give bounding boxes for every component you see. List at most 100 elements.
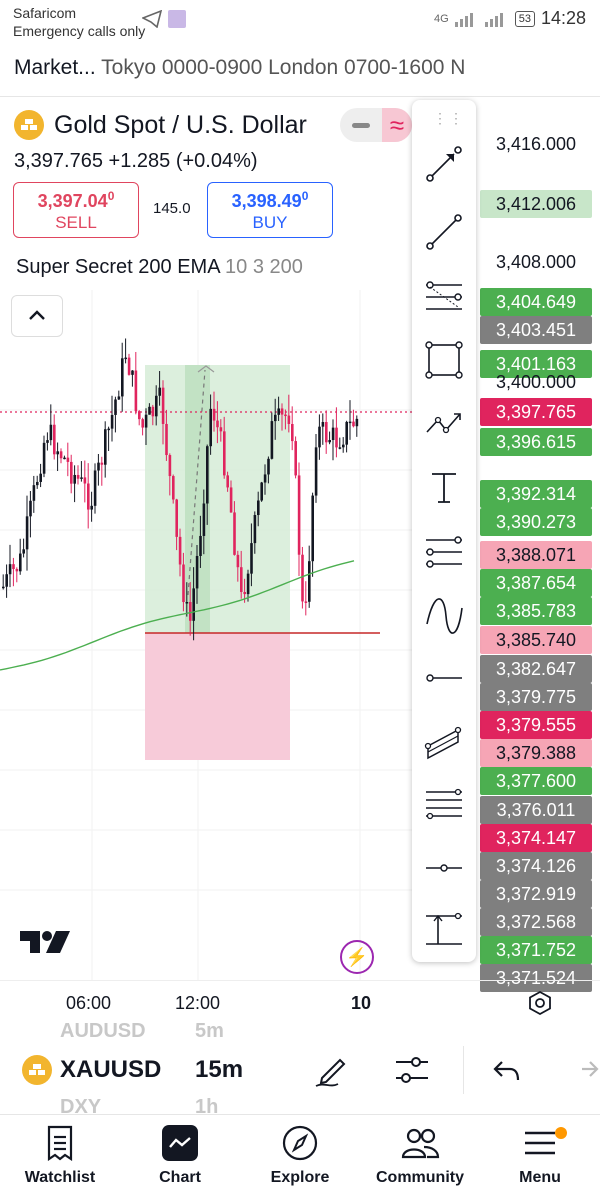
- undo-icon[interactable]: [492, 1056, 522, 1089]
- price-scale-label: 3,408.000: [495, 252, 577, 272]
- timeframe-selector[interactable]: 15m: [195, 1056, 243, 1084]
- price-scale-label: 3,379.775: [480, 683, 592, 711]
- pitchfork-icon[interactable]: [422, 530, 466, 574]
- candle-body: [76, 474, 80, 479]
- fib-retracement-icon[interactable]: [422, 275, 466, 319]
- last-price: 3,397.765: [14, 150, 103, 172]
- rectangle-tool-icon[interactable]: [422, 338, 466, 382]
- lightning-icon[interactable]: ⚡: [340, 940, 374, 974]
- candle-body: [223, 431, 226, 476]
- price-scale-label: 3,397.765: [480, 398, 592, 426]
- price-scale-label: 3,372.919: [480, 880, 592, 908]
- candle-body: [192, 588, 195, 621]
- candle-body: [325, 422, 328, 443]
- price-scale-label: 3,372.568: [480, 908, 592, 936]
- redo-icon[interactable]: [572, 1056, 600, 1089]
- candle-body: [240, 567, 243, 592]
- drawing-toolbar[interactable]: ⋮⋮: [412, 100, 476, 962]
- candle-body: [42, 442, 46, 474]
- candle-body: [90, 505, 93, 510]
- collapse-legend-button[interactable]: [11, 295, 63, 337]
- drag-handle-icon[interactable]: ⋮⋮: [433, 110, 465, 127]
- indicators-sliders-icon[interactable]: [392, 1052, 432, 1093]
- candle-body: [32, 485, 36, 501]
- candle-body: [338, 447, 342, 449]
- candle-body: [253, 515, 257, 544]
- date-price-range-icon[interactable]: [422, 908, 466, 952]
- battery-level: 53: [514, 10, 535, 27]
- status-right: 4G 53 14:28: [434, 8, 586, 29]
- symbol-header[interactable]: Gold Spot / U.S. Dollar: [14, 110, 307, 140]
- candle-body: [12, 564, 15, 570]
- nav-community-label: Community: [376, 1169, 464, 1186]
- emergency-text: Emergency calls only: [13, 23, 146, 39]
- multi-line-icon[interactable]: [422, 784, 466, 828]
- candle-body: [127, 357, 131, 375]
- sell-label: SELL: [55, 213, 97, 232]
- drawing-pen-icon[interactable]: [312, 1050, 352, 1095]
- parallel-channel-icon[interactable]: [422, 720, 466, 764]
- nav-chart[interactable]: Chart: [125, 1123, 235, 1187]
- candle-body: [342, 444, 345, 448]
- candle-body: [22, 549, 25, 554]
- nav-explore[interactable]: Explore: [245, 1123, 355, 1187]
- price-summary: 3,397.765 +1.285 (+0.04%): [14, 150, 258, 173]
- candle-body: [328, 440, 331, 443]
- candle-body: [25, 516, 29, 550]
- nav-community[interactable]: Community: [365, 1123, 475, 1187]
- price-change: +1.285: [108, 150, 171, 172]
- minus-icon[interactable]: [352, 122, 370, 128]
- price-scale-label: 3,376.011: [480, 796, 592, 824]
- candle-body: [202, 503, 206, 536]
- path-tool-icon[interactable]: [422, 402, 466, 446]
- candle-body: [141, 419, 144, 428]
- candle-body: [277, 408, 280, 415]
- symbol-selector[interactable]: XAUUSD: [60, 1056, 161, 1084]
- candle-body: [15, 569, 19, 572]
- signal-icon: [454, 12, 473, 27]
- chart-settings-icon[interactable]: [527, 990, 553, 1021]
- price-scale-label: 3,379.388: [480, 739, 592, 767]
- community-icon: [365, 1123, 475, 1163]
- bottom-navigation[interactable]: Watchlist Chart Explore Community Menu: [0, 1114, 600, 1200]
- candle-body: [189, 601, 192, 621]
- time-label-0600: 06:00: [66, 993, 112, 1013]
- buy-button[interactable]: 3,398.490 BUY: [207, 182, 333, 238]
- nav-menu[interactable]: Menu: [485, 1123, 595, 1187]
- horizontal-line-icon[interactable]: [422, 846, 466, 890]
- notification-dot: [555, 1127, 567, 1139]
- nav-watchlist[interactable]: Watchlist: [5, 1123, 115, 1187]
- text-tool-icon[interactable]: [422, 466, 466, 510]
- candle-body: [59, 451, 63, 459]
- candle-body: [131, 370, 134, 375]
- candle-body: [87, 483, 90, 510]
- session-ticker[interactable]: Market... Tokyo 0000-0900 London 0700-16…: [14, 56, 476, 80]
- trend-line-icon[interactable]: [422, 210, 466, 254]
- candle-body: [291, 424, 294, 442]
- indicator-legend[interactable]: Super Secret 200 EMA 10 3 200: [16, 256, 303, 279]
- chart-mode-toggle[interactable]: ≈: [340, 108, 412, 142]
- long-position-loss-zone[interactable]: [145, 633, 290, 760]
- horizontal-ray-icon[interactable]: [422, 656, 466, 700]
- time-label-day: 10: [351, 993, 372, 1013]
- candle-body: [144, 414, 148, 428]
- arrow-tool-icon[interactable]: [422, 142, 466, 186]
- price-scale-label: 3,392.314: [480, 480, 592, 508]
- candle-body: [63, 457, 66, 460]
- ghost-tf-above: 5m: [195, 1020, 224, 1042]
- price-scale-label: 3,400.000: [495, 372, 577, 392]
- network-type: 4G: [434, 12, 449, 25]
- curve-tool-icon[interactable]: [422, 594, 466, 638]
- candle-body: [226, 475, 229, 488]
- nav-menu-label: Menu: [519, 1169, 561, 1186]
- sell-button[interactable]: 3,397.040 SELL: [13, 182, 139, 238]
- session-times: Tokyo 0000-0900 London 0700-1600 N: [101, 56, 466, 79]
- market-label: Market...: [14, 56, 96, 79]
- candle-body: [216, 420, 219, 428]
- candle-body: [284, 414, 287, 417]
- candle-body: [345, 421, 348, 445]
- candle-body: [331, 427, 335, 441]
- candle-body: [66, 457, 70, 462]
- candle-body: [5, 574, 8, 587]
- clock: 14:28: [540, 8, 586, 28]
